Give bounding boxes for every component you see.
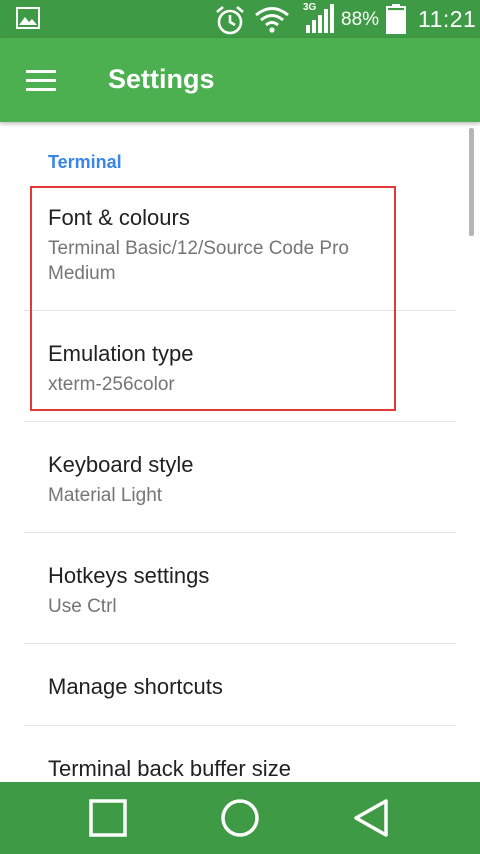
pref-summary: Material Light xyxy=(48,485,163,506)
status-clock: 11:21 xyxy=(418,6,477,32)
home-circle-icon[interactable] xyxy=(218,796,262,840)
pref-summary: Terminal Basic/12/Source Code Pro Medium xyxy=(48,238,349,284)
wifi-icon xyxy=(255,7,289,33)
back-triangle-icon[interactable] xyxy=(350,796,394,840)
pref-title: Keyboard style xyxy=(48,452,194,477)
scrollbar[interactable] xyxy=(469,128,474,236)
pref-title: Hotkeys settings xyxy=(48,563,210,588)
gallery-icon xyxy=(16,7,40,29)
pref-font-colours[interactable]: Font & colours Terminal Basic/12/Source … xyxy=(0,190,456,310)
settings-list[interactable]: Terminal Font & colours Terminal Basic/1… xyxy=(0,122,480,782)
app-bar: Settings xyxy=(0,38,480,122)
pref-title: Manage shortcuts xyxy=(48,674,223,699)
network-type-label: 3G xyxy=(303,2,317,13)
hamburger-menu-icon[interactable] xyxy=(18,60,62,100)
pref-summary: Use Ctrl xyxy=(48,596,117,617)
pref-terminal-back-buffer-size[interactable]: Terminal back buffer size xyxy=(0,726,456,782)
navigation-bar xyxy=(0,782,480,854)
pref-summary: xterm-256color xyxy=(48,374,175,395)
settings-screen: 3G 88% 11:21 Settings Terminal Font & co… xyxy=(0,0,480,854)
category-header-terminal: Terminal xyxy=(48,152,122,172)
pref-keyboard-style[interactable]: Keyboard style Material Light xyxy=(0,422,456,532)
pref-emulation-type[interactable]: Emulation type xterm-256color xyxy=(0,311,456,421)
pref-title: Font & colours xyxy=(48,205,190,230)
alarm-icon xyxy=(216,6,244,35)
pref-manage-shortcuts[interactable]: Manage shortcuts xyxy=(0,644,456,725)
battery-icon xyxy=(386,4,406,34)
battery-percent: 88% xyxy=(341,9,380,30)
pref-hotkeys-settings[interactable]: Hotkeys settings Use Ctrl xyxy=(0,533,456,643)
status-bar: 3G 88% 11:21 xyxy=(0,0,480,38)
page-title: Settings xyxy=(108,64,215,94)
pref-title: Terminal back buffer size xyxy=(48,756,291,781)
pref-title: Emulation type xyxy=(48,341,194,366)
recents-square-icon[interactable] xyxy=(86,796,130,840)
